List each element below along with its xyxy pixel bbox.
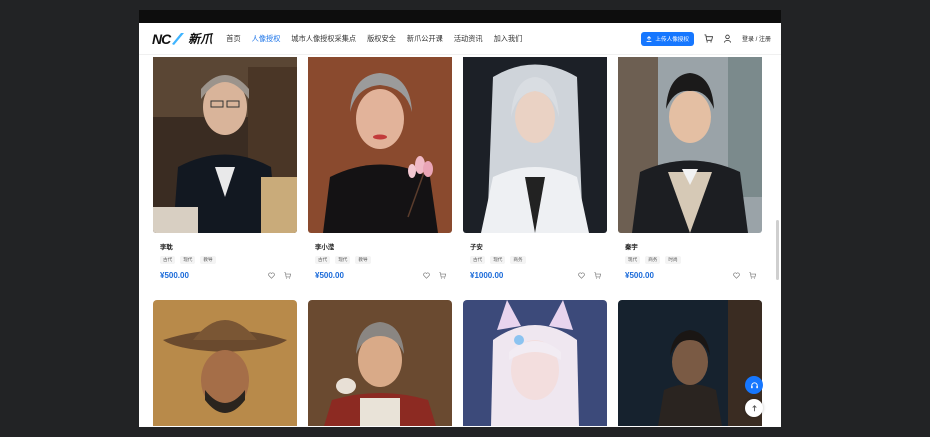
back-to-top-button[interactable]: [745, 399, 763, 417]
nav-copyright[interactable]: 版权安全: [367, 34, 396, 44]
price: ¥500.00: [625, 271, 654, 280]
tag-list: 古代 现代 教导: [315, 256, 371, 264]
portrait-image[interactable]: [618, 57, 762, 233]
portrait-card[interactable]: [153, 300, 297, 426]
login-link[interactable]: 登录 / 注册: [742, 34, 771, 43]
portrait-card[interactable]: 秦宇 现代 商务 时尚 ¥500.00: [618, 57, 762, 280]
tag[interactable]: 现代: [335, 256, 351, 264]
tag[interactable]: 古代: [470, 256, 486, 264]
portrait-image[interactable]: [618, 300, 762, 426]
logo[interactable]: NC 新爪: [152, 30, 212, 47]
portrait-image[interactable]: [463, 300, 607, 426]
portrait-card[interactable]: [463, 300, 607, 426]
price: ¥500.00: [315, 271, 344, 280]
portrait-name: 李小滢: [315, 244, 335, 251]
portrait-name: 秦宇: [625, 244, 638, 251]
logo-mark-icon: [172, 32, 185, 45]
portrait-name: 子安: [470, 244, 483, 251]
nav-portrait-license[interactable]: 人像授权: [252, 34, 281, 44]
portrait-card[interactable]: 李耽 古代 现代 教导 ¥500.00: [153, 57, 297, 280]
logo-cn: 新爪: [188, 32, 213, 46]
tag[interactable]: 商务: [510, 256, 526, 264]
tag[interactable]: 教导: [200, 256, 216, 264]
nav-course[interactable]: 新爪公开课: [407, 34, 443, 44]
card-actions: [733, 272, 756, 279]
cart-icon[interactable]: [704, 34, 713, 43]
price: ¥1000.00: [470, 271, 504, 280]
tag-list: 现代 商务 时尚: [625, 256, 681, 264]
heart-icon[interactable]: [578, 272, 585, 279]
headset-icon: [750, 381, 758, 388]
card-actions: [423, 272, 446, 279]
user-icon[interactable]: [723, 34, 732, 43]
tag[interactable]: 时尚: [665, 256, 681, 264]
upload-button[interactable]: 上传人像授权: [641, 31, 694, 46]
nav-events[interactable]: 活动资讯: [454, 34, 483, 44]
portrait-name: 李耽: [160, 244, 173, 251]
portrait-image[interactable]: [308, 57, 452, 233]
cart-icon[interactable]: [594, 272, 601, 279]
nav-home[interactable]: 首页: [226, 34, 240, 44]
heart-icon[interactable]: [423, 272, 430, 279]
cart-icon[interactable]: [284, 272, 291, 279]
logo-text: NC: [152, 30, 171, 47]
nav-city-collection[interactable]: 城市人像授权采集点: [291, 34, 356, 44]
tag[interactable]: 现代: [180, 256, 196, 264]
scrollbar[interactable]: [776, 220, 779, 280]
portrait-card[interactable]: [308, 300, 452, 426]
upload-label: 上传人像授权: [655, 36, 689, 43]
tag[interactable]: 现代: [490, 256, 506, 264]
tag[interactable]: 现代: [625, 256, 641, 264]
portrait-image[interactable]: [153, 300, 297, 426]
portrait-image[interactable]: [153, 57, 297, 233]
tag-list: 古代 现代 教导: [160, 256, 216, 264]
tag-list: 古代 现代 商务: [470, 256, 526, 264]
portrait-card[interactable]: 子安 古代 现代 商务 ¥1000.00: [463, 57, 607, 280]
portrait-card[interactable]: 李小滢 古代 现代 教导 ¥500.00: [308, 57, 452, 280]
portrait-card[interactable]: [618, 300, 762, 426]
support-button[interactable]: [745, 376, 763, 394]
price: ¥500.00: [160, 271, 189, 280]
heart-icon[interactable]: [268, 272, 275, 279]
top-strip: [139, 10, 781, 23]
tag[interactable]: 古代: [160, 256, 176, 264]
browser-page: NC 新爪 首页 人像授权 城市人像授权采集点 版权安全 新爪公开课 活动资讯 …: [139, 10, 781, 427]
arrow-up-icon: [751, 404, 757, 411]
tag[interactable]: 商务: [645, 256, 661, 264]
navbar: NC 新爪 首页 人像授权 城市人像授权采集点 版权安全 新爪公开课 活动资讯 …: [139, 23, 781, 55]
portrait-image[interactable]: [463, 57, 607, 233]
upload-icon: [647, 35, 652, 42]
card-actions: [268, 272, 291, 279]
main-menu: 首页 人像授权 城市人像授权采集点 版权安全 新爪公开课 活动资讯 加入我们: [226, 34, 522, 44]
heart-icon[interactable]: [733, 272, 740, 279]
nav-join[interactable]: 加入我们: [494, 34, 523, 44]
tag[interactable]: 教导: [355, 256, 371, 264]
cart-icon[interactable]: [749, 272, 756, 279]
portrait-image[interactable]: [308, 300, 452, 426]
cart-icon[interactable]: [439, 272, 446, 279]
card-actions: [578, 272, 601, 279]
tag[interactable]: 古代: [315, 256, 331, 264]
nav-actions: 上传人像授权 登录 / 注册: [641, 31, 771, 46]
